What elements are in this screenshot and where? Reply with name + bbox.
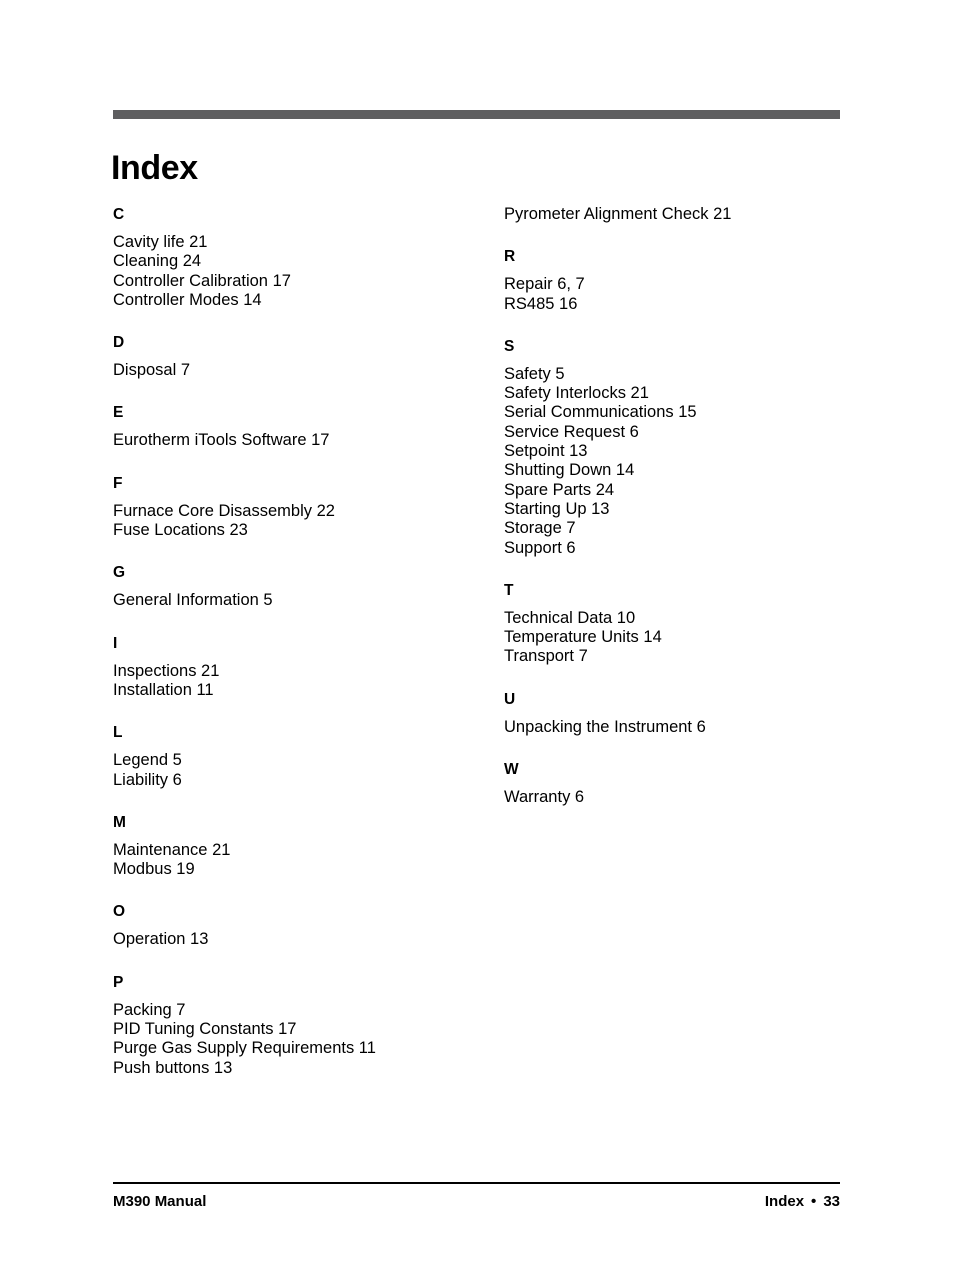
index-group-letter: T xyxy=(504,581,514,599)
page-title: Index xyxy=(111,148,198,187)
index-entry: Transport 7 xyxy=(504,647,588,666)
index-entry-list: Technical Data 10 Temperature Units 14 Tra… xyxy=(504,609,844,667)
index-entry: Push buttons 13 xyxy=(113,1058,233,1077)
index-entry: Storage 7 xyxy=(504,519,576,538)
index-group-letter: U xyxy=(504,690,516,708)
index-entry: Modbus 19 xyxy=(113,860,195,879)
index-group-letter: P xyxy=(113,973,124,991)
index-entry: PID Tuning Constants 17 xyxy=(113,1020,297,1039)
index-group-t: T Technical Data 10 Temperature Units 14 Tr… xyxy=(504,581,844,667)
index-column-left: C Cavity life 21 Cleaning 24 Controller Cal… xyxy=(113,205,453,1078)
index-group-p: P Packing 7 PID Tuning Constants 17 Purge G… xyxy=(113,973,453,1078)
footer-page-info: Index • 33 xyxy=(765,1192,840,1212)
index-entry: Controller Calibration 17 xyxy=(113,271,291,290)
index-group-r: R Repair 6, 7 RS485 16 xyxy=(504,247,844,314)
index-entry: Support 6 xyxy=(504,538,576,557)
index-group-letter: W xyxy=(504,761,519,779)
index-entry: Pyrometer Alignment Check 21 xyxy=(504,205,732,223)
index-group-c: C Cavity life 21 Cleaning 24 Controller Cal… xyxy=(113,205,453,310)
index-entry: Disposal 7 xyxy=(113,361,191,380)
index-group-p: PPyrometer Alignment Check 21 xyxy=(504,205,844,224)
index-group-letter: G xyxy=(113,564,126,582)
index-group-letter: I xyxy=(113,634,118,652)
index-entry: Operation 13 xyxy=(113,930,209,949)
index-group-e: E Eurotherm iTools Software 17 xyxy=(113,403,453,450)
index-entry: Spare Parts 24 xyxy=(504,480,615,499)
index-entry: Unpacking the Instrument 6 xyxy=(504,717,706,736)
index-entry-list: Maintenance 21 Modbus 19 xyxy=(113,841,453,880)
index-entry: Inspections 21 xyxy=(113,661,220,680)
index-entry-list: Legend 5 Liability 6 xyxy=(113,751,453,790)
index-group-letter: D xyxy=(113,334,125,352)
index-group-letter: R xyxy=(504,248,516,266)
index-entry: Cleaning 24 xyxy=(113,252,202,271)
index-group-letter: M xyxy=(113,813,126,831)
index-page: Index C Cavity life 21 Cleaning 24 Controll… xyxy=(0,0,954,1270)
index-entry: Repair 6, 7 xyxy=(504,275,585,294)
index-group-w: W Warranty 6 xyxy=(504,760,844,807)
index-group-s: S Safety 5 Safety Interlocks 21 Serial Comm… xyxy=(504,337,844,558)
index-entry-list: General Information 5 xyxy=(113,591,453,610)
index-group-letter: L xyxy=(113,724,123,742)
footer-page-number: 33 xyxy=(823,1193,840,1210)
index-entry-list: Cavity life 21 Cleaning 24 Controller Cali… xyxy=(113,233,453,310)
index-group-d: D Disposal 7 xyxy=(113,333,453,380)
footer-separator-bullet: • xyxy=(811,1193,817,1210)
index-entry-list: Warranty 6 xyxy=(504,788,844,807)
index-entry-list: Eurotherm iTools Software 17 xyxy=(113,431,453,450)
index-group-l: L Legend 5 Liability 6 xyxy=(113,723,453,790)
index-entry: Eurotherm iTools Software 17 xyxy=(113,431,330,450)
index-entry-list: Packing 7 PID Tuning Constants 17 Purge Ga… xyxy=(113,1001,453,1078)
index-group-letter: C xyxy=(113,206,125,223)
index-entry: Fuse Locations 23 xyxy=(113,521,248,540)
index-entry: Warranty 6 xyxy=(504,788,585,807)
index-entry: Controller Modes 14 xyxy=(113,290,262,309)
footer-rule xyxy=(113,1182,840,1184)
index-entry: Legend 5 xyxy=(113,751,182,770)
index-entry: Safety 5 xyxy=(504,364,565,383)
index-group-m: M Maintenance 21 Modbus 19 xyxy=(113,813,453,880)
page-footer: M390 Manual Index • 33 xyxy=(113,1192,840,1214)
index-entry-list: Repair 6, 7 RS485 16 xyxy=(504,275,844,314)
index-entry: Maintenance 21 xyxy=(113,840,231,859)
index-entry: Technical Data 10 xyxy=(504,608,636,627)
index-group-u: U Unpacking the Instrument 6 xyxy=(504,690,844,737)
index-group-letter: E xyxy=(113,404,124,422)
footer-section-label: Index xyxy=(764,1193,805,1210)
index-entry: Serial Communications 15 xyxy=(504,403,697,422)
index-entry: Service Request 6 xyxy=(504,422,639,441)
index-entry: Shutting Down 14 xyxy=(504,461,635,480)
index-entry: Cavity life 21 xyxy=(113,233,208,251)
index-entry-list: Safety 5 Safety Interlocks 21 Serial Commu… xyxy=(504,365,844,558)
index-entry-list: Pyrometer Alignment Check 21 xyxy=(504,205,844,224)
index-column-right: PPyrometer Alignment Check 21 R Repair 6, … xyxy=(504,205,844,807)
index-entry-list: Unpacking the Instrument 6 xyxy=(504,718,844,737)
index-entry: Installation 11 xyxy=(113,680,214,699)
index-group-g: G General Information 5 xyxy=(113,563,453,610)
index-group-i: I Inspections 21 Installation 11 xyxy=(113,634,453,701)
index-group-letter: O xyxy=(113,903,126,921)
index-entry: Safety Interlocks 21 xyxy=(504,384,649,403)
index-entry: RS485 16 xyxy=(504,294,578,313)
index-entry: Furnace Core Disassembly 22 xyxy=(113,501,335,520)
index-group-o: O Operation 13 xyxy=(113,902,453,949)
index-entry-list: Inspections 21 Installation 11 xyxy=(113,662,453,701)
index-entry: Temperature Units 14 xyxy=(504,628,662,647)
footer-manual-name: M390 Manual xyxy=(113,1193,207,1210)
index-entry: Packing 7 xyxy=(113,1000,186,1019)
index-entry: Setpoint 13 xyxy=(504,442,588,461)
index-entry-list: Furnace Core Disassembly 22 Fuse Location… xyxy=(113,502,453,541)
index-entry: Starting Up 13 xyxy=(504,499,610,518)
index-entry: General Information 5 xyxy=(113,591,273,610)
index-group-f: F Furnace Core Disassembly 22 Fuse Locatio… xyxy=(113,474,453,541)
header-accent-bar xyxy=(113,110,840,119)
index-entry-list: Operation 13 xyxy=(113,930,453,949)
index-entry: Liability 6 xyxy=(113,770,182,789)
index-group-letter: S xyxy=(504,337,515,355)
index-entry: Purge Gas Supply Requirements 11 xyxy=(113,1039,376,1058)
index-entry-list: Disposal 7 xyxy=(113,361,453,380)
index-group-letter: F xyxy=(113,474,123,492)
